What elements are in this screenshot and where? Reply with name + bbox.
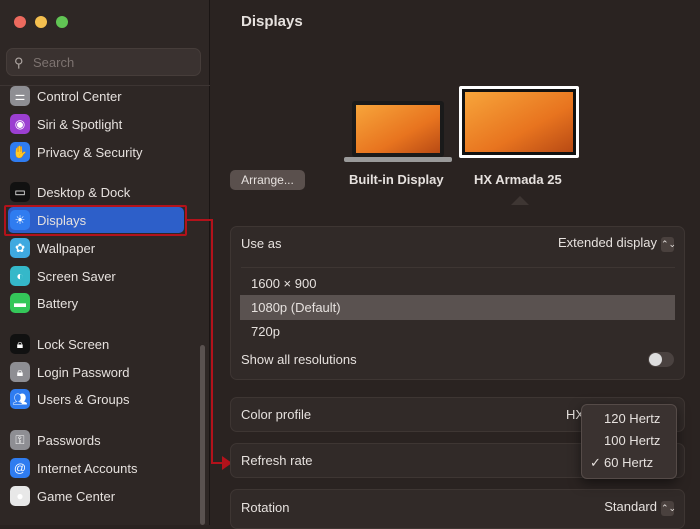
use-as-row: Use as Extended display ⌃⌄	[241, 235, 676, 252]
menu-item-label: 60 Hertz	[604, 455, 654, 470]
page-title: Displays	[241, 13, 303, 30]
hx-armada-label[interactable]: HX Armada 25	[474, 172, 562, 187]
resolution-option[interactable]: 720p	[251, 324, 280, 339]
menu-item-120hz[interactable]: 120 Hertz	[582, 408, 676, 430]
builtin-display-label[interactable]: Built-in Display	[349, 172, 444, 187]
builtin-display-thumbnail[interactable]	[344, 101, 452, 162]
rotation-value: Standard	[604, 499, 657, 514]
resolution-option-selected[interactable]: 1080p (Default)	[240, 295, 675, 320]
rotation-select[interactable]: Standard ⌃⌄	[604, 499, 676, 516]
show-all-row: Show all resolutions	[241, 352, 674, 367]
menu-item-label: 100 Hertz	[604, 433, 661, 448]
menu-item-label: 120 Hertz	[604, 411, 661, 426]
display-settings-panel: Use as Extended display ⌃⌄ 1600 × 900 108…	[230, 226, 685, 380]
show-all-toggle[interactable]	[648, 352, 674, 367]
use-as-label: Use as	[241, 236, 282, 251]
refresh-rate-label: Refresh rate	[241, 453, 313, 468]
chevron-updown-icon: ⌃⌄	[661, 237, 676, 252]
chevron-updown-icon: ⌃⌄	[661, 501, 676, 516]
resolution-option[interactable]: 1600 × 900	[251, 276, 316, 291]
menu-item-100hz[interactable]: 100 Hertz	[582, 430, 676, 452]
checkmark-icon: ✓	[590, 455, 601, 470]
hx-armada-display-thumbnail[interactable]	[459, 86, 579, 158]
use-as-select[interactable]: Extended display ⌃⌄	[557, 235, 676, 252]
rotation-label: Rotation	[241, 500, 290, 515]
show-all-label: Show all resolutions	[241, 352, 357, 367]
menu-item-60hz[interactable]: ✓ 60 Hertz	[582, 452, 676, 474]
use-as-value: Extended display	[557, 235, 657, 250]
divider	[241, 267, 675, 268]
rotation-row[interactable]: Rotation Standard ⌃⌄	[230, 489, 685, 529]
refresh-rate-menu: 120 Hertz 100 Hertz ✓ 60 Hertz	[581, 404, 677, 479]
selected-display-pointer	[511, 196, 529, 205]
color-profile-label: Color profile	[241, 407, 312, 422]
arrange-button[interactable]: Arrange...	[230, 170, 305, 190]
display-thumbnails	[344, 86, 579, 162]
